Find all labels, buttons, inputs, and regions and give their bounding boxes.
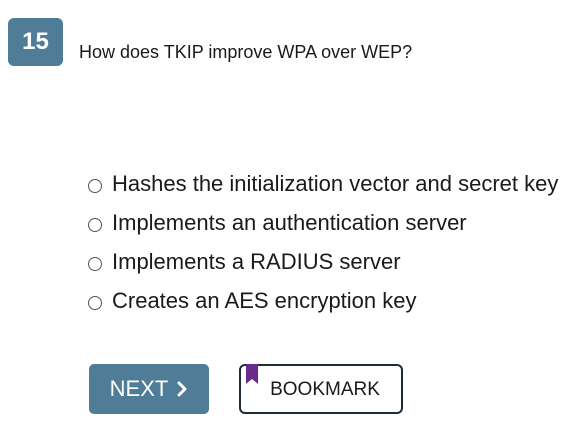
- chevron-right-icon: [176, 381, 188, 397]
- answer-option-label[interactable]: Hashes the initialization vector and sec…: [112, 171, 558, 197]
- next-button-label: NEXT: [109, 376, 169, 401]
- answer-option-label[interactable]: Implements a RADIUS server: [112, 249, 401, 275]
- bookmark-button[interactable]: BOOKMARK: [239, 364, 403, 414]
- radio-button[interactable]: [88, 217, 102, 232]
- bookmark-button-label: BOOKMARK: [270, 379, 380, 400]
- answer-option-label[interactable]: Implements an authentication server: [112, 210, 467, 236]
- next-button[interactable]: NEXT: [89, 364, 209, 414]
- answer-options: Hashes the initialization vector and sec…: [88, 164, 558, 320]
- answer-option[interactable]: Implements a RADIUS server: [88, 242, 558, 281]
- answer-option[interactable]: Hashes the initialization vector and sec…: [88, 164, 558, 203]
- question-number-badge: 15: [8, 18, 63, 66]
- answer-option[interactable]: Creates an AES encryption key: [88, 281, 558, 320]
- bookmark-ribbon-icon: [246, 364, 258, 392]
- answer-option[interactable]: Implements an authentication server: [88, 203, 558, 242]
- question-text: How does TKIP improve WPA over WEP?: [79, 42, 413, 62]
- radio-button[interactable]: [88, 295, 102, 310]
- radio-button[interactable]: [88, 178, 102, 193]
- answer-option-label[interactable]: Creates an AES encryption key: [112, 288, 417, 314]
- quiz-page: 15 How does TKIP improve WPA over WEP? H…: [0, 0, 582, 447]
- radio-button[interactable]: [88, 256, 102, 271]
